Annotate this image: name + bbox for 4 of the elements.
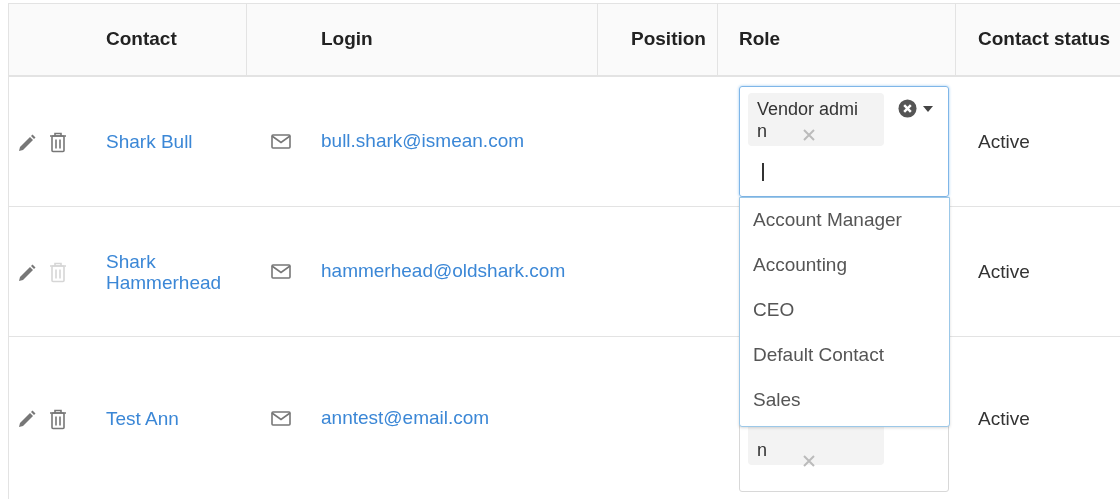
role-tag: Vendor admin xyxy=(748,93,884,146)
status-text: Active xyxy=(978,130,1030,155)
status-text: Active xyxy=(978,406,1030,431)
status-text: Active xyxy=(978,260,1030,285)
